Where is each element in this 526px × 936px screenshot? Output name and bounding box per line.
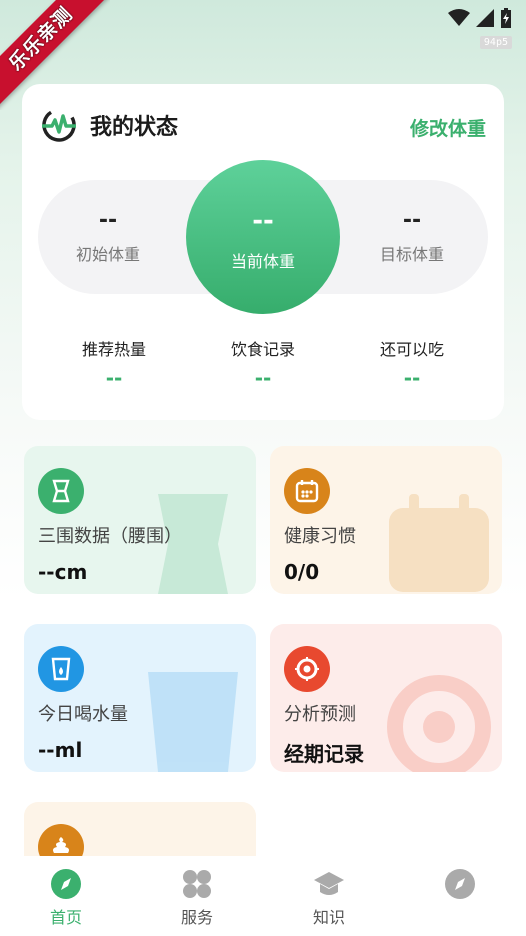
- tab-label: 首页: [49, 908, 82, 927]
- target-weight: -- 目标体重: [352, 208, 472, 265]
- battery-icon: [501, 8, 511, 28]
- card-title: 我的状态: [90, 115, 179, 140]
- wifi-icon: [448, 9, 470, 26]
- signal-icon: [476, 9, 494, 27]
- current-weight-value: --: [252, 206, 274, 236]
- profile-compass-icon: [444, 868, 476, 900]
- tab-services[interactable]: 服务: [157, 868, 237, 928]
- tile-title: 分析预测: [284, 704, 356, 725]
- tab-knowledge[interactable]: 知识: [289, 868, 369, 928]
- tile-value: --cm: [38, 560, 88, 584]
- target-weight-label: 目标体重: [379, 245, 444, 264]
- initial-weight-label: 初始体重: [75, 245, 140, 264]
- waist-icon: [38, 468, 84, 514]
- fps-badge: 94p5: [479, 36, 512, 49]
- tile-period-record[interactable]: 分析预测 经期记录: [270, 624, 502, 772]
- tab-profile[interactable]: [420, 868, 500, 904]
- tab-label: 服务: [180, 908, 213, 927]
- bottom-tab-bar: 首页 服务 知识: [0, 856, 526, 936]
- target-weight-value: --: [402, 208, 422, 233]
- my-status-card: 我的状态 修改体重 -- 初始体重 -- 目标体重 -- 当前体重 推荐热量 -…: [22, 84, 504, 420]
- tile-measurements[interactable]: 三围数据（腰围） --cm: [24, 446, 256, 594]
- tile-title: 三围数据（腰围）: [38, 526, 182, 547]
- stat-value: --: [254, 366, 272, 390]
- water-cup-icon: [38, 646, 84, 692]
- initial-weight-value: --: [98, 208, 118, 233]
- calendar-decoration-icon: [389, 494, 489, 592]
- stat-value: --: [403, 366, 421, 390]
- tile-title: 今日喝水量: [38, 704, 128, 725]
- tab-label: 知识: [312, 908, 345, 927]
- tile-value: 0/0: [284, 560, 320, 584]
- stat-label: 推荐热量: [81, 340, 146, 359]
- stat-recommended-calories[interactable]: 推荐热量 --: [44, 336, 184, 390]
- stat-label: 饮食记录: [230, 340, 295, 359]
- stat-value: --: [105, 366, 123, 390]
- poop-icon: [38, 824, 84, 856]
- flower-decoration-icon: [387, 675, 491, 772]
- grid-icon: [181, 868, 213, 900]
- stat-label: 还可以吃: [379, 340, 444, 359]
- status-icons: [448, 8, 512, 28]
- compass-icon: [50, 868, 82, 900]
- current-weight-circle[interactable]: -- 当前体重: [186, 160, 340, 314]
- graduation-cap-icon: [313, 868, 345, 900]
- stat-remaining[interactable]: 还可以吃 --: [342, 336, 482, 390]
- stat-diet-record[interactable]: 饮食记录 --: [193, 336, 333, 390]
- tile-title: 健康习惯: [284, 526, 356, 547]
- current-weight-label: 当前体重: [230, 252, 295, 271]
- tile-health-habits[interactable]: 健康习惯 0/0: [270, 446, 502, 594]
- calendar-icon: [284, 468, 330, 514]
- tile-bowel-record[interactable]: [24, 802, 256, 856]
- cup-decoration-icon: [148, 672, 238, 772]
- flower-icon: [284, 646, 330, 692]
- tile-value: --ml: [38, 738, 83, 762]
- tile-value: 经期记录: [284, 742, 364, 766]
- tile-water-intake[interactable]: 今日喝水量 --ml: [24, 624, 256, 772]
- initial-weight: -- 初始体重: [48, 208, 168, 265]
- heartbeat-icon: [42, 108, 76, 142]
- card-header: 我的状态: [40, 106, 178, 144]
- edit-weight-button[interactable]: 修改体重: [410, 114, 486, 141]
- tab-home[interactable]: 首页: [26, 868, 106, 928]
